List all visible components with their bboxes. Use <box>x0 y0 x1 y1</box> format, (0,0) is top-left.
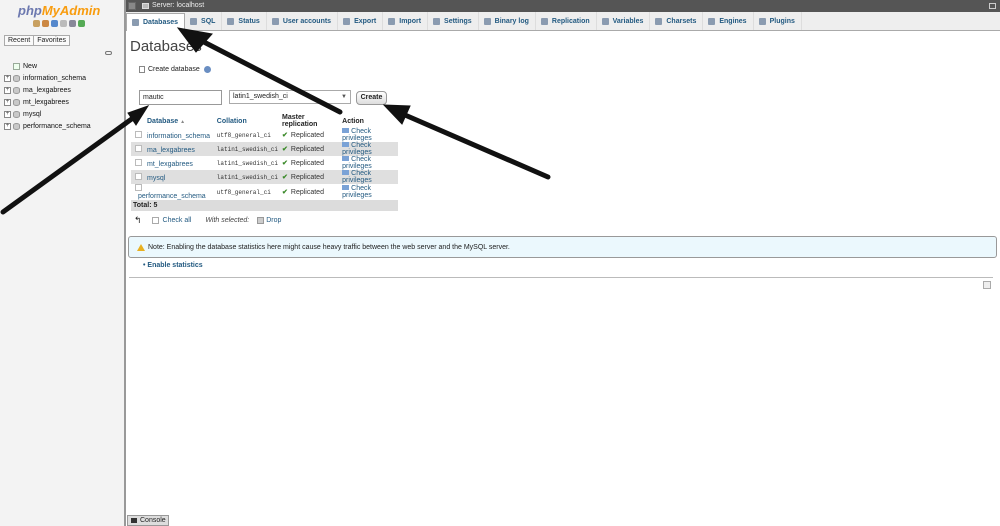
annotation-arrow <box>0 115 136 215</box>
annotation-arrows <box>0 27 551 215</box>
annotation-arrow <box>197 37 343 115</box>
annotation-arrow <box>402 112 551 180</box>
arrow-head <box>382 104 411 125</box>
arrow-head <box>176 27 213 53</box>
